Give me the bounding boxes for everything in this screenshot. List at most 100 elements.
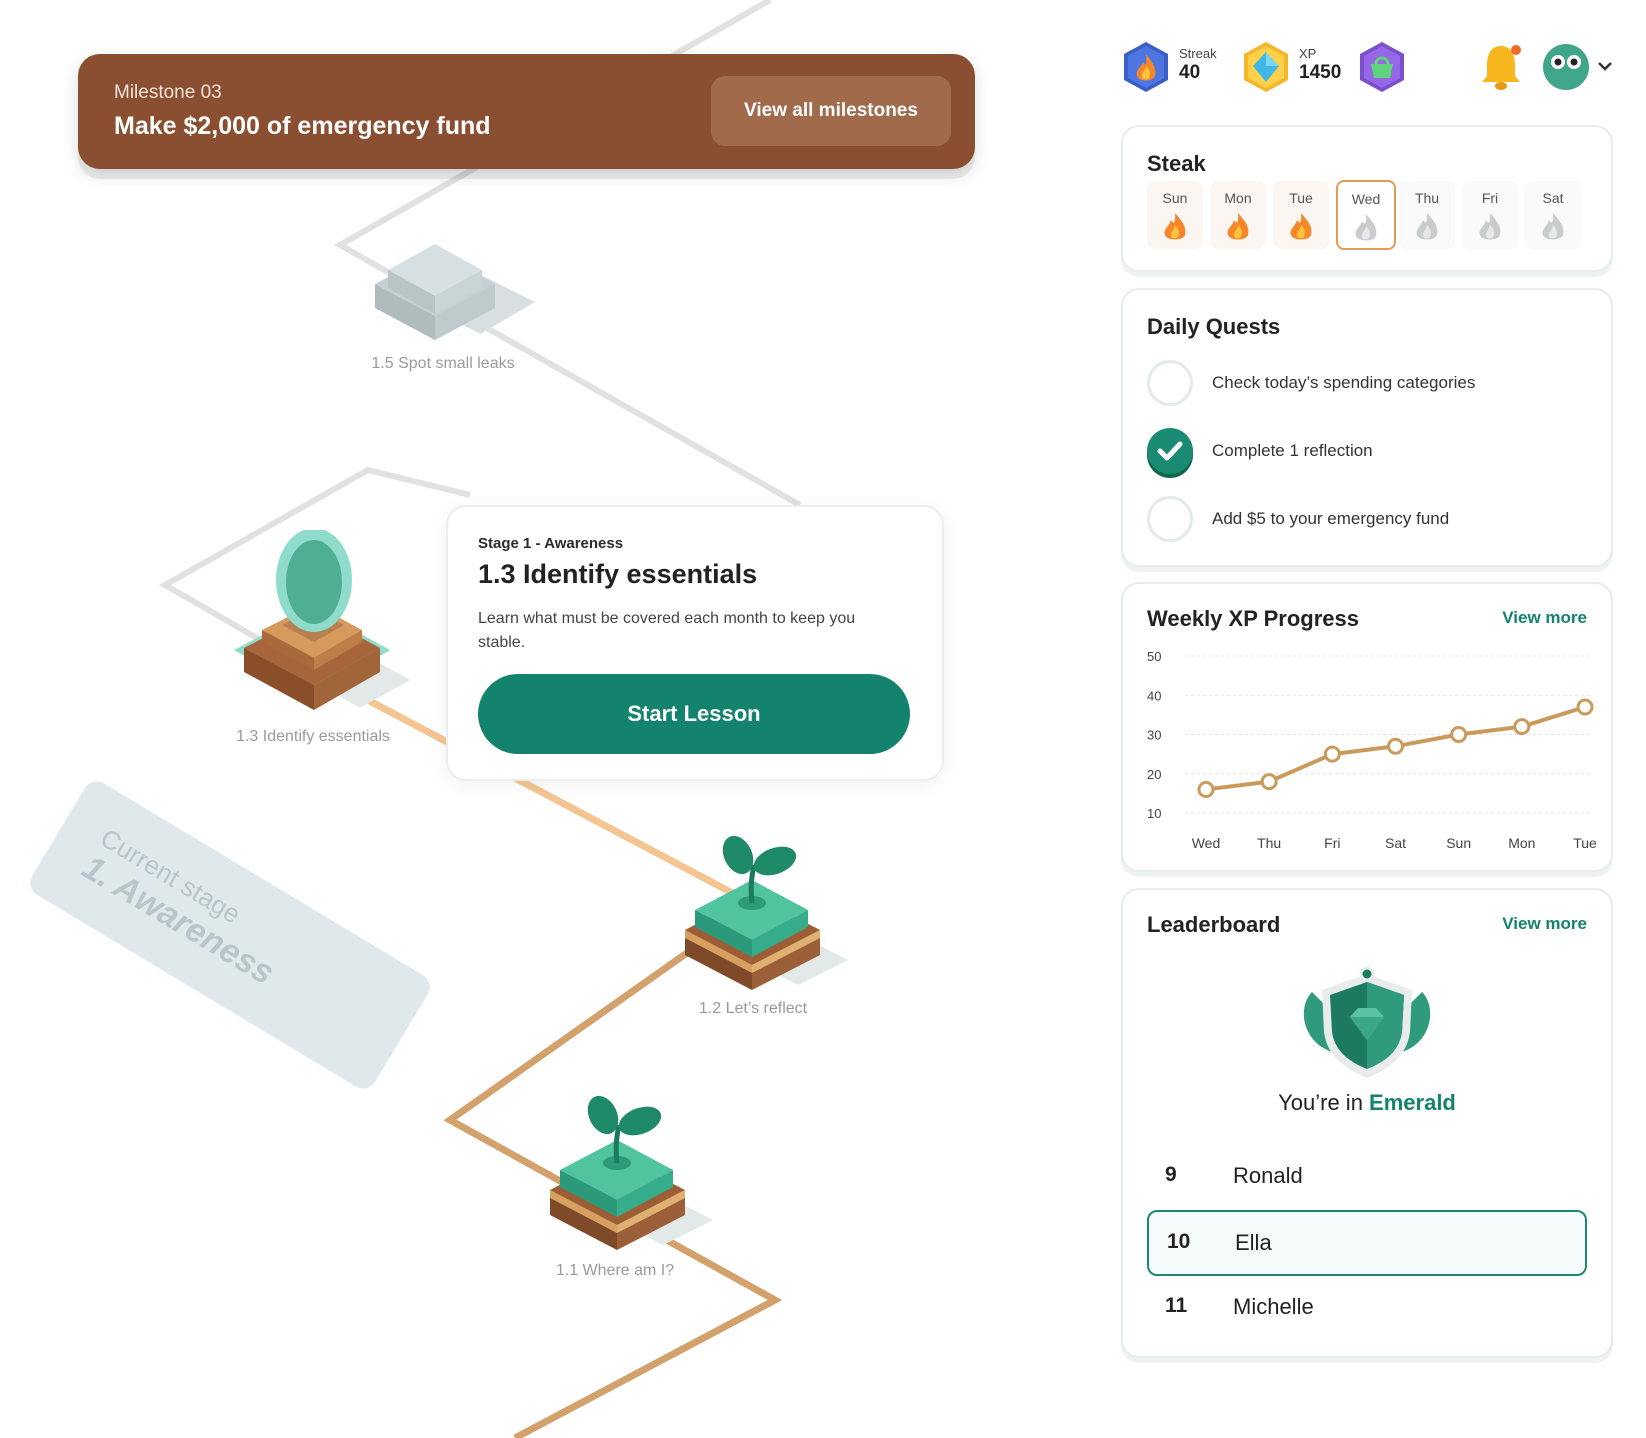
leaderboard-rank: 9 (1165, 1163, 1177, 1186)
streak-day-label: Sun (1162, 190, 1188, 206)
xp-data-point (1197, 780, 1215, 798)
streak-value: 40 (1179, 62, 1201, 83)
streak-panel: Steak Sun Mon Tue Wed Thu Fri Sat (1121, 125, 1613, 272)
streak-day-sun: Sun (1147, 181, 1203, 249)
streak-panel-title: Steak (1147, 151, 1206, 176)
lesson-node-1-2[interactable] (680, 835, 850, 995)
lesson-stage: Stage 1 - Awareness (478, 535, 624, 552)
bell-icon (1482, 45, 1521, 90)
milestone-title: Make $2,000 of emergency fund (114, 112, 491, 140)
flame-inactive-icon (1475, 211, 1505, 248)
quest-checkbox[interactable] (1147, 496, 1193, 542)
flame-inactive-icon (1538, 211, 1568, 248)
x-tick-label: Sun (1446, 835, 1471, 851)
xp-value: 1450 (1299, 62, 1342, 83)
x-tick-label: Sat (1385, 835, 1406, 851)
lesson-label-1-2: 1.2 Let’s reflect (698, 1000, 808, 1017)
streak-stat[interactable]: Streak 40 (1121, 40, 1241, 94)
leaderboard-rank: 11 (1165, 1294, 1188, 1317)
streak-day-wed: Wed (1336, 180, 1396, 250)
streak-day-mon: Mon (1210, 181, 1266, 249)
diamond-icon (1244, 42, 1288, 92)
fire-badge-icon (1124, 42, 1168, 92)
leaderboard-row-current-user[interactable]: 10 Ella (1147, 1210, 1587, 1276)
league-status: You’re in Emerald (1123, 1090, 1611, 1116)
leaderboard-name: Michelle (1233, 1294, 1314, 1319)
lesson-node-1-3[interactable] (232, 528, 412, 725)
quest-item[interactable]: Add $5 to your emergency fund (1147, 496, 1597, 546)
milestone-banner: Milestone 03 Make $2,000 of emergency fu… (78, 54, 975, 169)
lesson-node-1-1[interactable] (545, 1095, 715, 1255)
xp-data-point (1450, 726, 1468, 743)
xp-label: XP (1299, 46, 1317, 61)
chevron-down-icon (1598, 62, 1612, 71)
streak-day-tue: Tue (1273, 181, 1329, 249)
leaderboard-rank: 10 (1167, 1230, 1191, 1253)
y-tick-label: 20 (1147, 767, 1161, 782)
shop-basket-icon (1360, 42, 1404, 92)
y-tick-label: 30 (1147, 728, 1161, 743)
emerald-league-badge-icon (1303, 966, 1431, 1078)
y-tick-label: 10 (1147, 806, 1161, 821)
checkmark-icon (1157, 441, 1183, 461)
notifications-button[interactable] (1478, 40, 1524, 94)
leaderboard-row[interactable]: 11 Michelle (1147, 1276, 1583, 1338)
weekly-xp-title: Weekly XP Progress (1147, 606, 1359, 631)
streak-day-label: Wed (1351, 191, 1381, 207)
lesson-title: 1.3 Identify essentials (478, 559, 758, 589)
streak-day-label: Tue (1289, 190, 1313, 206)
lesson-popup-card: Stage 1 - Awareness 1.3 Identify essenti… (446, 505, 944, 781)
quest-text: Check today’s spending categories (1212, 373, 1476, 392)
lesson-label-1-3: 1.3 Identify essentials (236, 728, 390, 745)
xp-data-point (1323, 745, 1341, 763)
weekly-xp-chart: 50 40 30 20 10 Wed Thu Fri Sat Sun Mon Tue (1147, 649, 1597, 851)
streak-day-sat: Sat (1525, 181, 1581, 249)
lesson-node-1-5[interactable] (370, 222, 540, 352)
milestone-label: Milestone 03 (114, 82, 222, 103)
tree-seed-icon (234, 528, 410, 710)
quest-checkbox[interactable] (1147, 360, 1193, 406)
view-all-milestones-button[interactable]: View all milestones (711, 76, 951, 146)
xp-data-point (1387, 737, 1404, 755)
quest-text: Add $5 to your emergency fund (1212, 509, 1450, 528)
start-lesson-button[interactable]: Start Lesson (478, 674, 910, 754)
streak-day-fri: Fri (1462, 181, 1518, 249)
x-tick-label: Fri (1324, 835, 1340, 851)
leaderboard-row[interactable]: 9 Ronald (1147, 1145, 1583, 1207)
x-tick-label: Thu (1257, 835, 1281, 851)
profile-menu[interactable] (1542, 40, 1614, 94)
streak-day-label: Mon (1224, 190, 1252, 206)
xp-data-point (1513, 718, 1531, 736)
quest-checkbox-checked[interactable] (1147, 428, 1193, 474)
streak-day-label: Sat (1542, 190, 1564, 206)
lesson-description: Learn what must be covered each month to… (478, 610, 856, 651)
locked-block-icon (375, 244, 535, 340)
x-tick-label: Wed (1192, 835, 1221, 851)
quest-item[interactable]: Check today’s spending categories (1147, 360, 1597, 410)
streak-day-label: Thu (1414, 190, 1440, 206)
quest-item[interactable]: Complete 1 reflection (1147, 428, 1597, 478)
avatar (1543, 44, 1612, 90)
xp-data-point (1576, 698, 1594, 716)
y-tick-label: 40 (1147, 688, 1161, 703)
weekly-view-more-link[interactable]: View more (1502, 608, 1587, 628)
shop-button[interactable] (1357, 40, 1407, 94)
xp-stat[interactable]: XP 1450 (1241, 40, 1361, 94)
leaderboard-view-more-link[interactable]: View more (1502, 914, 1587, 934)
streak-label: Streak (1179, 46, 1217, 61)
xp-data-point (1260, 773, 1278, 791)
leaderboard-name: Ella (1235, 1230, 1272, 1255)
lesson-label-1-5: 1.5 Spot small leaks (371, 355, 515, 372)
leaderboard-title: Leaderboard (1147, 912, 1281, 937)
sprout-icon (550, 1095, 713, 1250)
flame-icon (1223, 211, 1253, 248)
flame-inactive-icon (1351, 212, 1381, 249)
flame-inactive-icon (1412, 211, 1442, 248)
leaderboard-panel: Leaderboard View more You’re in Emerald … (1121, 888, 1613, 1358)
flame-icon (1160, 211, 1190, 248)
leaderboard-name: Ronald (1233, 1163, 1303, 1188)
daily-quests-title: Daily Quests (1147, 314, 1281, 339)
lesson-label-1-1: 1.1 Where am I? (555, 1262, 675, 1279)
x-tick-label: Mon (1508, 835, 1535, 851)
quest-text: Complete 1 reflection (1212, 441, 1373, 460)
